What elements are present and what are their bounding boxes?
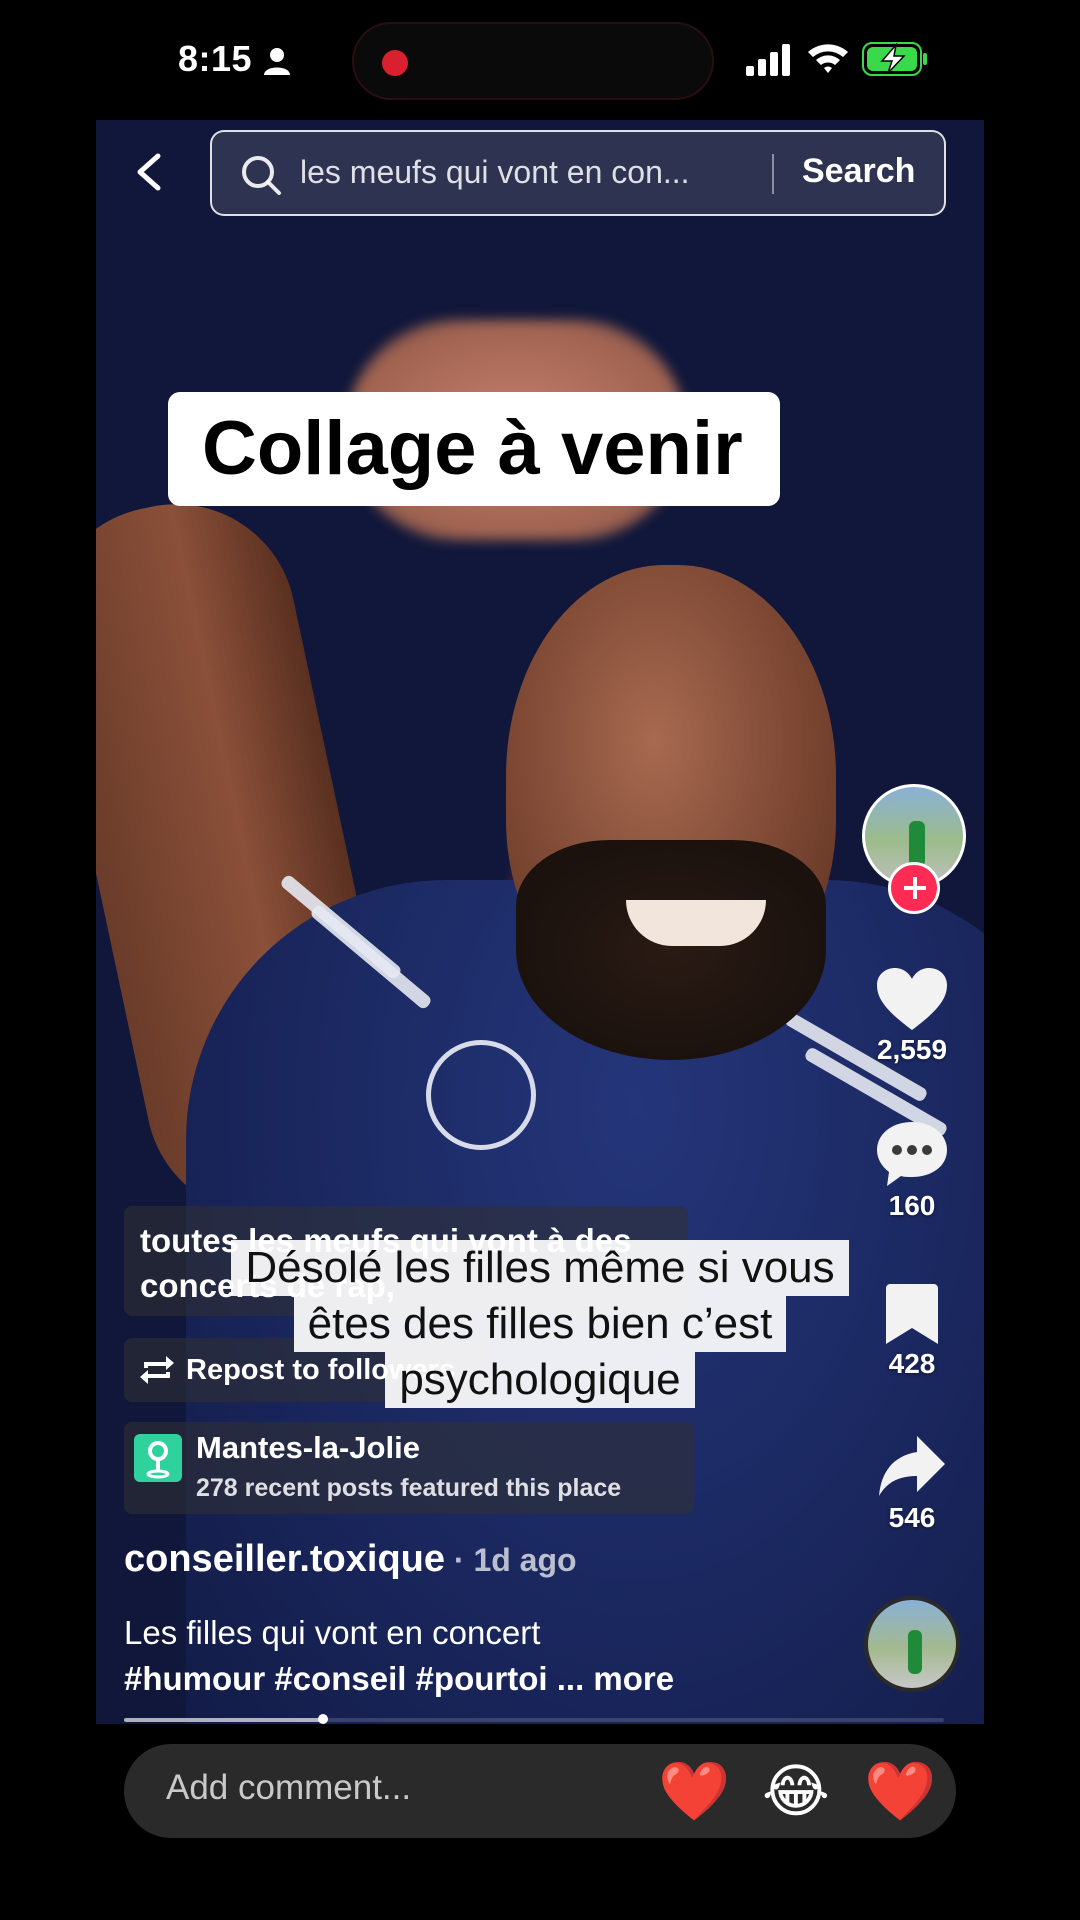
share-button[interactable]: 546 xyxy=(850,1434,974,1534)
search-icon xyxy=(242,156,281,195)
status-bar: 8:15 xyxy=(0,0,1080,120)
share-count: 546 xyxy=(888,1502,936,1533)
share-arrow-icon xyxy=(879,1436,945,1496)
author-row: conseiller.toxique · 1d ago xyxy=(124,1538,577,1581)
recording-indicator xyxy=(382,50,408,76)
battery-charging-icon xyxy=(862,42,927,76)
comment-placeholder[interactable]: Add comment... xyxy=(166,1768,411,1808)
subtitle-line: Désolé les filles même si vous xyxy=(231,1240,849,1296)
post-age: · 1d ago xyxy=(445,1542,577,1578)
location-subtitle: 278 recent posts featured this place xyxy=(196,1474,622,1502)
subtitle-line: psychologique xyxy=(385,1352,695,1408)
caption-text: Les filles qui vont en concert xyxy=(124,1614,541,1651)
dynamic-island xyxy=(352,22,714,100)
follow-plus-icon[interactable] xyxy=(888,862,940,914)
save-button[interactable]: 428 xyxy=(850,1282,974,1380)
like-count: 2,559 xyxy=(876,1034,948,1065)
repost-icon xyxy=(140,1356,174,1384)
bookmark-icon xyxy=(886,1284,938,1344)
person-icon xyxy=(264,48,290,75)
wifi-icon xyxy=(808,44,848,73)
comment-count: 160 xyxy=(888,1190,936,1221)
video-progress-fill xyxy=(124,1718,324,1722)
like-button[interactable]: 2,559 xyxy=(850,966,974,1066)
comment-bubble-icon xyxy=(877,1122,947,1186)
sound-disc[interactable] xyxy=(864,1596,960,1692)
save-count: 428 xyxy=(888,1348,936,1379)
laugh-emoji-button[interactable]: 😂 xyxy=(762,1756,830,1826)
video-caption[interactable]: Les filles qui vont en concert #humour #… xyxy=(124,1610,854,1702)
location-pin-icon xyxy=(134,1434,182,1482)
search-button[interactable]: Search xyxy=(802,152,915,191)
heart-emoji-button[interactable]: ❤️ xyxy=(658,1756,730,1826)
back-arrow-icon[interactable] xyxy=(130,152,166,192)
caption-hashtags[interactable]: #humour #conseil #pourtoi xyxy=(124,1660,548,1697)
video-overlay-title: Collage à venir xyxy=(168,392,780,506)
more-link[interactable]: ... more xyxy=(557,1660,674,1697)
cellular-signal-icon xyxy=(746,44,790,76)
author-username[interactable]: conseiller.toxique xyxy=(124,1538,445,1580)
comment-button[interactable]: 160 xyxy=(850,1120,974,1222)
subtitle-line: êtes des filles bien c’est xyxy=(293,1296,787,1352)
location-card[interactable]: Mantes-la-Jolie 278 recent posts feature… xyxy=(124,1422,694,1514)
shirt-crest xyxy=(426,1040,536,1150)
location-name: Mantes-la-Jolie xyxy=(196,1430,420,1465)
video-progress-knob[interactable] xyxy=(318,1714,328,1724)
video-beard xyxy=(516,840,826,1060)
add-comment-bar[interactable]: Add comment... ❤️ 😂 ❤️ xyxy=(124,1744,956,1838)
search-query[interactable]: les meufs qui vont en con... xyxy=(300,154,770,194)
video-subtitles: Désolé les filles même si vous êtes des … xyxy=(210,1240,870,1408)
heart-emoji-button[interactable]: ❤️ xyxy=(864,1756,936,1826)
search-bar[interactable]: les meufs qui vont en con... Search xyxy=(210,130,946,216)
search-divider xyxy=(772,154,774,194)
status-time: 8:15 xyxy=(178,38,253,79)
heart-icon xyxy=(877,968,947,1030)
